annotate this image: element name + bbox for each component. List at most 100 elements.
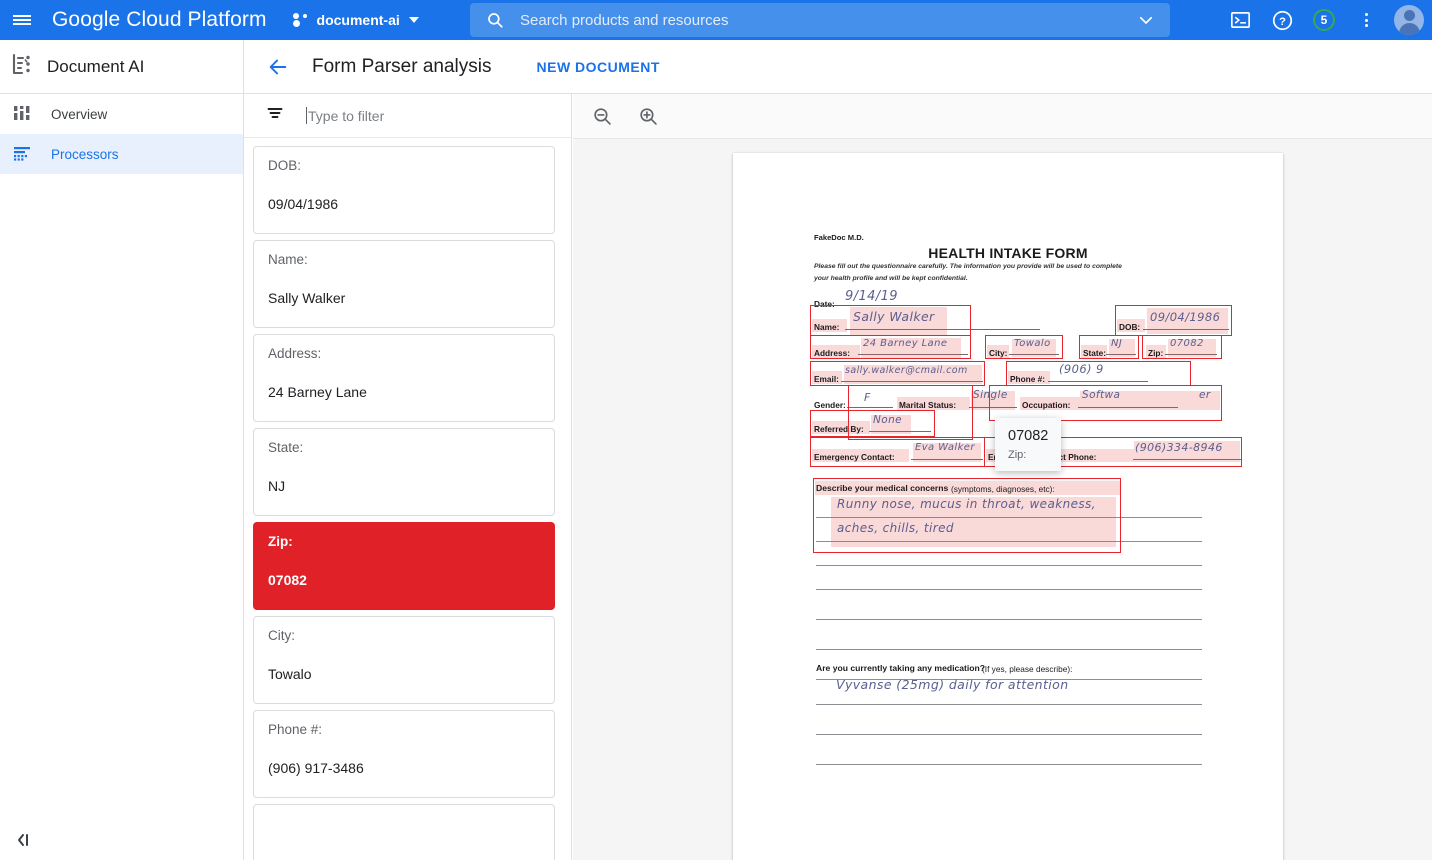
doc-value-email: sally.walker@cmail.com <box>845 365 968 376</box>
doc-clinic-name: FakeDoc M.D. <box>814 233 864 242</box>
field-value: Towalo <box>268 667 540 681</box>
project-name: document-ai <box>317 12 400 28</box>
left-nav-app-title: Document AI <box>47 57 144 77</box>
doc-label-name: Name: <box>814 322 839 332</box>
doc-intro-line-1: Please fill out the questionnaire carefu… <box>814 263 1122 270</box>
field-key: DOB: <box>268 159 540 173</box>
help-circle-icon[interactable]: ? <box>1262 0 1302 40</box>
filter-input[interactable]: Type to filter <box>284 107 571 124</box>
field-card-phone[interactable]: Phone #: (906) 917-3486 <box>253 710 555 798</box>
doc-value-emergency-contact: Eva Walker <box>915 442 975 453</box>
doc-title: HEALTH INTAKE FORM <box>733 245 1283 261</box>
document-ai-icon <box>10 52 34 81</box>
filter-icon <box>266 104 284 127</box>
doc-value-occupation-tail: er <box>1199 389 1211 401</box>
page-header: Form Parser analysis NEW DOCUMENT <box>244 40 1432 94</box>
field-card-next[interactable] <box>253 804 555 860</box>
field-key: City: <box>268 629 540 643</box>
document-viewer: FakeDoc M.D. HEALTH INTAKE FORM Please f… <box>573 94 1432 860</box>
sidebar-item-overview[interactable]: Overview <box>0 94 243 134</box>
doc-value-city: Towalo <box>1014 338 1051 349</box>
back-arrow-icon[interactable] <box>263 52 293 82</box>
fields-list: DOB: 09/04/1986 Name: Sally Walker Addre… <box>244 138 571 860</box>
field-key: Zip: <box>268 535 540 549</box>
doc-value-emergency-phone: (906)334-8946 <box>1135 441 1223 454</box>
left-navigation: Document AI Overview <box>0 40 244 860</box>
doc-label-emergency-contact: Emergency Contact: <box>814 452 895 462</box>
doc-value-date: 9/14/19 <box>845 289 898 304</box>
field-key: Phone #: <box>268 723 540 737</box>
doc-value-name: Sally Walker <box>853 309 935 324</box>
doc-value-concerns-line-2: aches, chills, tired <box>837 521 954 535</box>
chevron-left-collapse-icon[interactable] <box>12 828 36 852</box>
field-tooltip: 07082 Zip: <box>995 418 1061 471</box>
field-card-dob[interactable]: DOB: 09/04/1986 <box>253 146 555 234</box>
top-app-bar: Google Cloud Platform document-ai Search… <box>0 0 1432 40</box>
search-placeholder: Search products and resources <box>520 12 728 29</box>
doc-label-marital: Marital Status: <box>899 400 956 410</box>
chevron-down-icon <box>409 17 419 23</box>
doc-label-city: City: <box>989 348 1007 358</box>
doc-label-dob: DOB: <box>1119 322 1140 332</box>
document-content: FakeDoc M.D. HEALTH INTAKE FORM Please f… <box>733 153 1283 860</box>
page-title: Form Parser analysis <box>312 56 492 78</box>
doc-label-zip: Zip: <box>1148 348 1163 358</box>
doc-value-marital: Single <box>973 389 1008 401</box>
doc-label-gender: Gender: <box>814 400 846 410</box>
doc-value-dob: 09/04/1986 <box>1150 310 1220 324</box>
notifications-button[interactable]: 5 <box>1304 0 1344 40</box>
doc-label-occupation: Occupation: <box>1022 400 1070 410</box>
top-bar-actions: ? 5 <box>1220 0 1424 40</box>
doc-value-medication: Vyvanse (25mg) daily for attention <box>836 677 1069 692</box>
filter-row: Type to filter <box>244 94 571 138</box>
field-key: Address: <box>268 347 540 361</box>
document-page[interactable]: FakeDoc M.D. HEALTH INTAKE FORM Please f… <box>733 153 1283 860</box>
doc-value-address: 24 Barney Lane <box>863 338 947 349</box>
text-caret <box>306 107 307 124</box>
field-value: NJ <box>268 479 540 493</box>
avatar-icon[interactable] <box>1394 5 1424 35</box>
new-document-button[interactable]: NEW DOCUMENT <box>537 59 660 75</box>
doc-label-email: Email: <box>814 374 839 384</box>
zoom-out-icon[interactable] <box>587 101 617 131</box>
project-selector[interactable]: document-ai <box>293 12 419 28</box>
doc-label-medication-bold: Are you currently taking any medication? <box>816 663 985 673</box>
sidebar-item-processors[interactable]: Processors <box>0 134 243 174</box>
field-card-zip[interactable]: Zip: 07082 <box>253 522 555 610</box>
doc-value-gender: F <box>864 391 871 404</box>
doc-label-concerns-rest: (symptoms, diagnoses, etc): <box>951 484 1055 494</box>
field-card-city[interactable]: City: Towalo <box>253 616 555 704</box>
doc-label-concerns-bold: Describe your medical concerns <box>816 483 948 493</box>
doc-label-medication-rest: (If yes, please describe): <box>982 664 1072 674</box>
zoom-in-icon[interactable] <box>633 101 663 131</box>
search-expand-chevron-down-icon[interactable] <box>1122 3 1170 37</box>
search-icon <box>486 11 504 29</box>
doc-value-concerns-line-1: Runny nose, mucus in throat, weakness, <box>837 497 1096 511</box>
search-input[interactable]: Search products and resources <box>470 3 1170 37</box>
doc-value-state: NJ <box>1111 338 1122 349</box>
project-dots-icon <box>293 13 310 27</box>
doc-label-date: Date: <box>814 299 835 309</box>
viewer-toolbar <box>573 94 1432 139</box>
hamburger-icon[interactable] <box>0 0 44 40</box>
svg-text:?: ? <box>1279 15 1286 27</box>
sidebar-item-label: Overview <box>51 107 107 122</box>
processors-icon <box>12 143 32 166</box>
doc-label-address: Address: <box>814 348 850 358</box>
tooltip-value: 07082 <box>1008 427 1048 445</box>
field-card-address[interactable]: Address: 24 Barney Lane <box>253 334 555 422</box>
doc-value-referred: None <box>873 414 902 426</box>
field-value: 07082 <box>268 573 540 587</box>
field-card-state[interactable]: State: NJ <box>253 428 555 516</box>
notification-count-badge: 5 <box>1313 9 1335 31</box>
extracted-fields-panel: Document AI Type to filter DOB: 09/04/19… <box>244 40 572 860</box>
page-scroll-area[interactable]: FakeDoc M.D. HEALTH INTAKE FORM Please f… <box>573 140 1432 860</box>
field-card-name[interactable]: Name: Sally Walker <box>253 240 555 328</box>
terminal-icon[interactable] <box>1220 0 1260 40</box>
doc-value-zip: 07082 <box>1170 338 1204 349</box>
field-value: Sally Walker <box>268 291 540 305</box>
kebab-menu-icon[interactable] <box>1346 0 1386 40</box>
doc-intro-line-2: your health profile and will be kept con… <box>814 275 968 282</box>
doc-value-phone: (906) 9 <box>1059 362 1104 376</box>
field-value: 24 Barney Lane <box>268 385 540 399</box>
